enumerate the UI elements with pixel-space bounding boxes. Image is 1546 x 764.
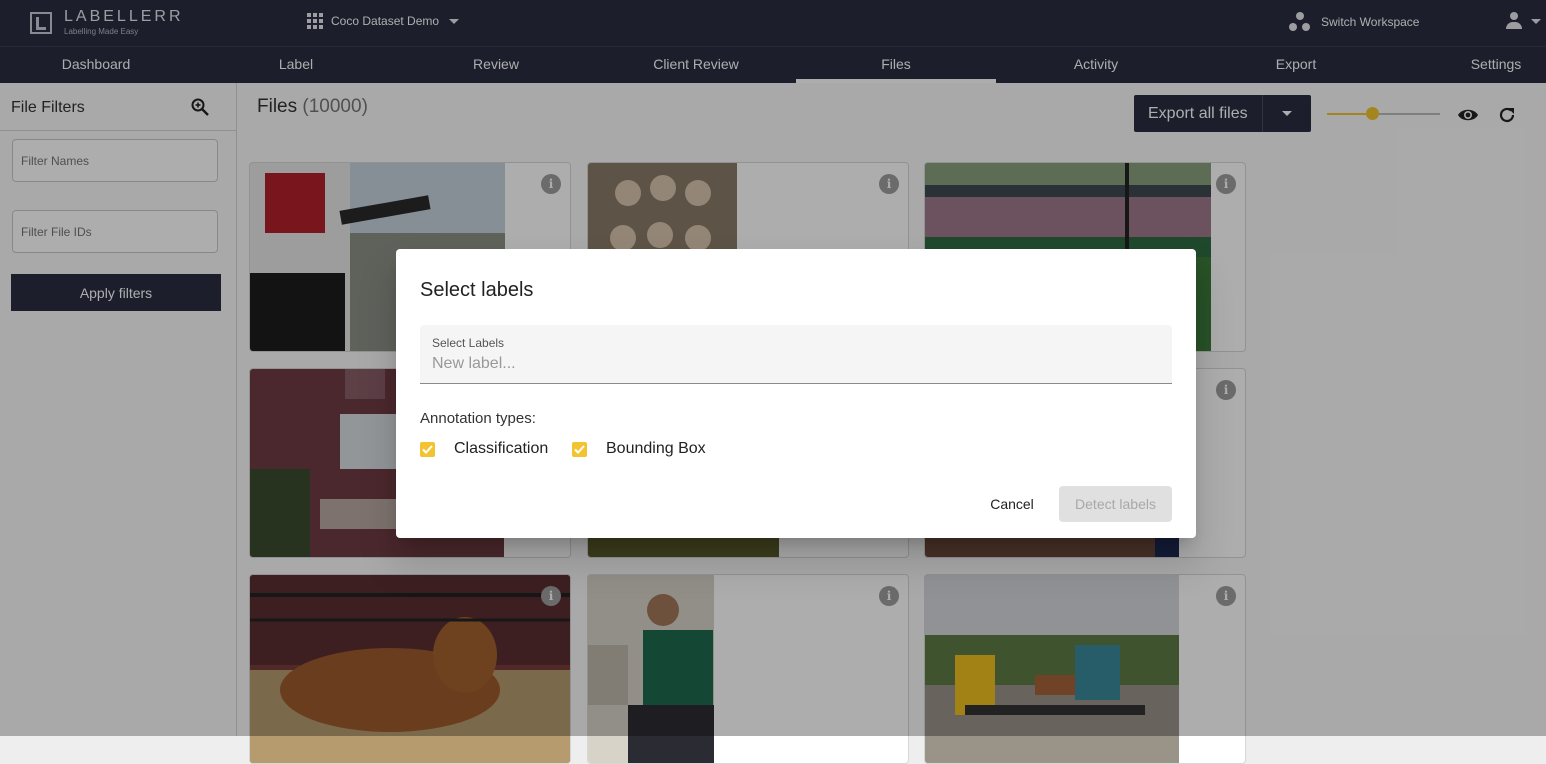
annotation-types-label: Annotation types:: [420, 410, 536, 427]
classification-label[interactable]: Classification: [454, 440, 548, 458]
select-labels-dialog: Select labels Select Labels Annotation t…: [396, 249, 1196, 538]
new-label-input[interactable]: [432, 355, 1152, 373]
check-icon: [574, 445, 585, 454]
check-icon: [422, 445, 433, 454]
select-labels-field[interactable]: Select Labels: [420, 325, 1172, 384]
cancel-button[interactable]: Cancel: [979, 486, 1045, 522]
bounding-box-checkbox[interactable]: [572, 442, 587, 457]
bounding-box-label[interactable]: Bounding Box: [606, 440, 706, 458]
select-labels-field-label: Select Labels: [432, 336, 505, 350]
classification-checkbox[interactable]: [420, 442, 435, 457]
dialog-title: Select labels: [420, 279, 534, 301]
detect-labels-button[interactable]: Detect labels: [1059, 486, 1172, 522]
